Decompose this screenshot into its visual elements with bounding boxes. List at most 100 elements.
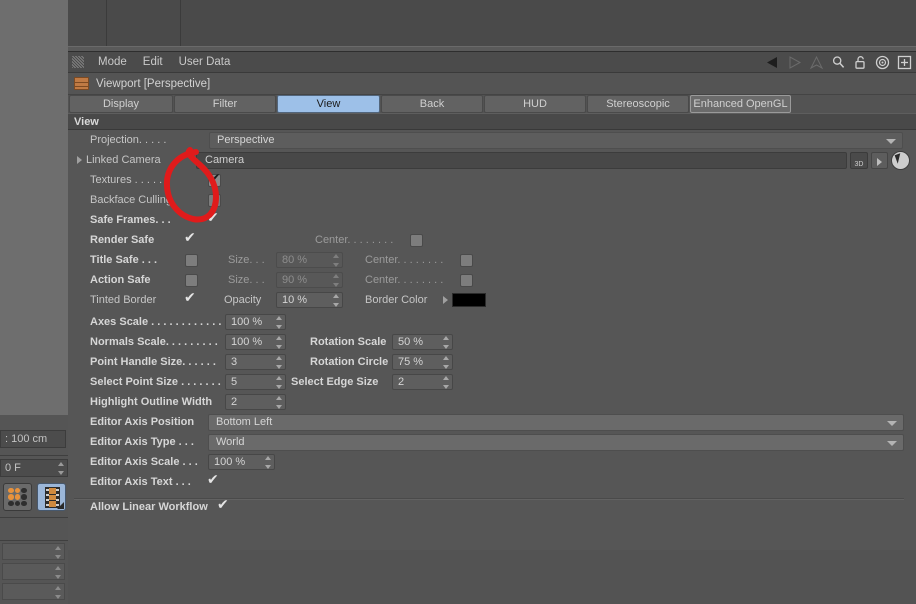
textures-checkbox[interactable] [208, 171, 221, 187]
row-projection: Projection. . . . . Perspective [68, 130, 916, 150]
editor-axis-scale-stepper[interactable] [264, 456, 271, 469]
linked-camera-value: Camera [205, 154, 245, 166]
linked-camera-menu-button[interactable] [871, 151, 888, 169]
left-divider-3 [0, 540, 68, 541]
left-blank-field-3[interactable] [2, 583, 65, 600]
highlight-outline-width-field[interactable]: 2 [225, 394, 286, 410]
frame-stepper[interactable] [57, 462, 64, 475]
left-blank-field-2[interactable] [2, 563, 65, 580]
highlight-outline-width-stepper[interactable] [275, 396, 282, 409]
blank-stepper-1[interactable] [54, 546, 61, 559]
tab-hud[interactable]: HUD [484, 95, 586, 113]
render-safe-checkbox[interactable] [184, 230, 198, 247]
target-icon[interactable] [875, 55, 890, 70]
section-header-view: View [68, 113, 916, 130]
point-handle-size-field[interactable]: 3 [225, 354, 286, 370]
menu-item-mode[interactable]: Mode [90, 52, 135, 73]
axes-scale-stepper[interactable] [275, 316, 282, 329]
editor-axis-scale-value: 100 % [214, 456, 246, 468]
frame-value: 0 F [5, 462, 21, 474]
editor-axis-position-dropdown[interactable]: Bottom Left [208, 413, 904, 431]
select-edge-size-field[interactable]: 2 [392, 374, 453, 390]
axes-scale-field[interactable]: 100 % [225, 314, 286, 330]
rotation-scale-stepper[interactable] [442, 336, 449, 349]
normals-scale-field[interactable]: 100 % [225, 334, 286, 350]
filmstrip-button[interactable] [37, 483, 66, 511]
measure-field[interactable]: : 100 cm [0, 430, 66, 448]
border-color-expand-icon[interactable] [443, 296, 448, 304]
editor-axis-text-checkbox[interactable] [207, 472, 221, 489]
pick-object-button[interactable] [891, 150, 910, 170]
row-highlight-outline-width: Highlight Outline Width 2 [68, 392, 286, 412]
action-safe-checkbox[interactable] [185, 273, 198, 287]
action-safe-center-label: Center. . . . . . . . [365, 274, 444, 286]
drag-grip-icon[interactable] [72, 56, 84, 68]
row-allow-linear-workflow: Allow Linear Workflow [68, 497, 231, 517]
safe-frames-checkbox[interactable] [207, 210, 221, 227]
blank-stepper-2[interactable] [54, 566, 61, 579]
dots-grid-button[interactable] [3, 483, 32, 511]
border-color-swatch[interactable] [452, 293, 486, 307]
editor-axis-position-value: Bottom Left [216, 416, 273, 428]
title-safe-size-field[interactable]: 80 % [276, 252, 343, 268]
title-safe-size-stepper[interactable] [332, 254, 339, 267]
left-divider-1 [0, 455, 68, 456]
action-safe-center-checkbox[interactable] [460, 273, 473, 287]
tab-display[interactable]: Display [69, 95, 173, 113]
back-arrow-icon[interactable] [765, 55, 780, 70]
expand-arrow-icon[interactable] [77, 156, 82, 164]
attribute-menu-bar: Mode Edit User Data [68, 52, 916, 73]
left-blank-field-1[interactable] [2, 543, 65, 560]
backface-culling-checkbox[interactable] [208, 193, 221, 207]
tab-back[interactable]: Back [381, 95, 483, 113]
allow-linear-workflow-checkbox[interactable] [217, 497, 231, 514]
select-point-size-field[interactable]: 5 [225, 374, 286, 390]
select-point-size-stepper[interactable] [275, 376, 282, 389]
opacity-field[interactable]: 10 % [276, 292, 343, 308]
row-point-handle-size: Point Handle Size. . . . . . 3 Rotation … [68, 352, 453, 372]
rotation-scale-field[interactable]: 50 % [392, 334, 453, 350]
tab-view[interactable]: View [277, 95, 380, 113]
lock-icon[interactable] [853, 55, 868, 70]
tab-enhanced-opengl[interactable]: Enhanced OpenGL [690, 95, 791, 113]
row-normals-scale: Normals Scale. . . . . . . . . 100 % Rot… [68, 332, 453, 352]
action-safe-size-stepper[interactable] [332, 274, 339, 287]
opacity-stepper[interactable] [332, 294, 339, 307]
point-handle-size-stepper[interactable] [275, 356, 282, 369]
blank-stepper-3[interactable] [54, 586, 61, 599]
editor-axis-type-dropdown[interactable]: World [208, 433, 904, 451]
select-edge-size-value: 2 [398, 376, 405, 388]
action-safe-size-field[interactable]: 90 % [276, 272, 343, 288]
frame-field[interactable]: 0 F [0, 459, 68, 477]
menu-item-edit[interactable]: Edit [135, 52, 171, 73]
row-textures: Textures . . . . . . [68, 170, 221, 190]
rotation-circle-field[interactable]: 75 % [392, 354, 453, 370]
title-safe-center-checkbox[interactable] [460, 253, 473, 267]
select-edge-size-stepper[interactable] [442, 376, 449, 389]
rotation-circle-stepper[interactable] [442, 356, 449, 369]
object-title-row: Viewport [Perspective] [68, 73, 916, 95]
render-safe-label: Render Safe [90, 234, 155, 246]
title-safe-center-label: Center. . . . . . . . [365, 254, 444, 266]
row-tinted-border: Tinted Border Opacity 10 % Border Color [68, 290, 486, 310]
camera-3d-badge-icon[interactable]: 3D [850, 151, 868, 169]
render-safe-center-checkbox[interactable] [410, 233, 423, 247]
chevron-right-icon [877, 157, 882, 166]
tinted-border-checkbox[interactable] [184, 290, 198, 307]
up-arrow-icon[interactable] [809, 55, 824, 70]
tab-filter[interactable]: Filter [174, 95, 276, 113]
row-editor-axis-scale: Editor Axis Scale . . . 100 % [68, 452, 275, 472]
menu-item-user-data[interactable]: User Data [171, 52, 239, 73]
action-safe-size-value: 90 % [282, 274, 308, 286]
editor-axis-text-label: Editor Axis Text . . . [90, 476, 191, 488]
projection-dropdown[interactable]: Perspective [209, 131, 903, 149]
normals-scale-stepper[interactable] [275, 336, 282, 349]
rotation-circle-value: 75 % [398, 356, 424, 368]
title-safe-checkbox[interactable] [185, 253, 198, 267]
forward-arrow-icon[interactable] [787, 55, 802, 70]
tab-stereoscopic[interactable]: Stereoscopic [587, 95, 689, 113]
add-icon[interactable] [897, 55, 912, 70]
linked-camera-field[interactable]: Camera [196, 151, 847, 169]
editor-axis-scale-field[interactable]: 100 % [208, 454, 275, 470]
search-icon[interactable] [831, 55, 846, 70]
